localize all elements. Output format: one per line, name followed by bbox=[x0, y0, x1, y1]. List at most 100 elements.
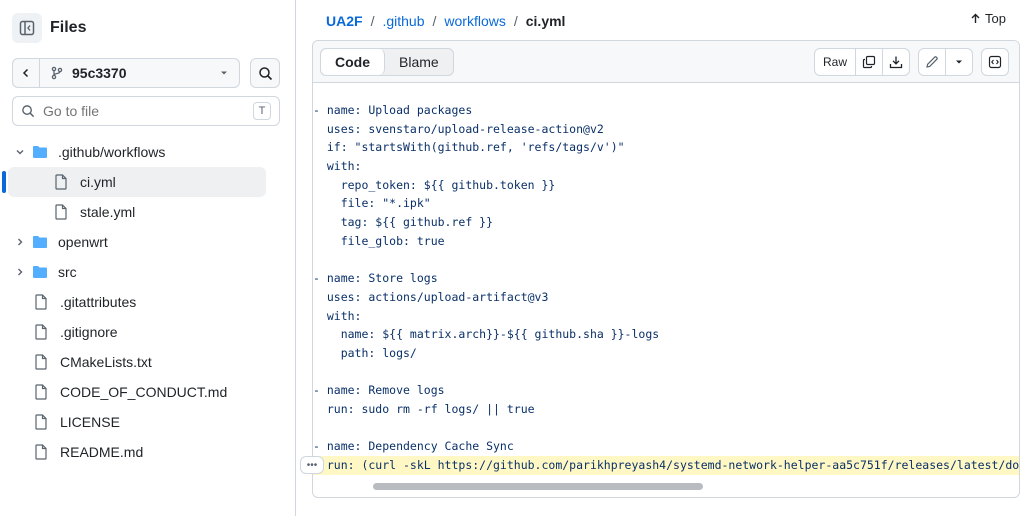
arrow-up-icon bbox=[971, 13, 980, 23]
file-icon bbox=[34, 414, 52, 430]
keyboard-shortcut-badge: T bbox=[253, 102, 271, 120]
file-icon bbox=[34, 324, 52, 340]
breadcrumb-separator: / bbox=[513, 13, 518, 29]
file-content-box: Code Blame Raw - name: Upload packages u… bbox=[312, 40, 1020, 498]
branch-selector[interactable]: 95c3370 bbox=[40, 58, 240, 88]
tree-item-label: LICENSE bbox=[60, 414, 120, 430]
sidebar-toggle-button[interactable] bbox=[12, 13, 42, 43]
code-line: run: sudo rm -rf logs/ || true bbox=[313, 402, 535, 416]
caret-down-icon bbox=[221, 71, 227, 75]
code-line: - name: Store logs bbox=[313, 271, 438, 286]
tree-item[interactable]: README.md bbox=[0, 437, 296, 467]
file-icon bbox=[34, 444, 52, 460]
horizontal-scrollbar[interactable] bbox=[373, 483, 703, 490]
code-line: - name: Remove logs bbox=[313, 383, 445, 398]
code-line: file_glob: true bbox=[313, 233, 445, 248]
code-line: name: ${{ matrix.arch}}-${{ github.sha }… bbox=[313, 327, 660, 342]
view-mode-toggle: Code Blame bbox=[320, 48, 454, 76]
chevron-left-icon bbox=[22, 68, 29, 78]
search-icon bbox=[22, 105, 35, 118]
tree-item-label: src bbox=[58, 264, 77, 280]
tree-item[interactable]: ci.yml bbox=[2, 167, 266, 197]
go-to-file-input[interactable] bbox=[43, 103, 253, 119]
folder-icon bbox=[32, 145, 50, 159]
raw-copy-download-group: Raw bbox=[813, 48, 910, 76]
file-tree: .github/workflows ci.yml stale.yml openwrt s… bbox=[0, 137, 296, 467]
branch-row: 95c3370 bbox=[12, 58, 280, 88]
breadcrumb-repo-link[interactable]: UA2F bbox=[326, 13, 363, 29]
breadcrumb-separator: / bbox=[432, 13, 437, 29]
file-icon bbox=[54, 174, 72, 190]
file-icon bbox=[34, 294, 52, 310]
code-line: tag: ${{ github.ref }} bbox=[313, 215, 494, 230]
tree-item[interactable]: openwrt bbox=[0, 227, 296, 257]
search-icon bbox=[258, 66, 272, 80]
breadcrumb-separator: / bbox=[370, 13, 375, 29]
code-line: run: (curl -skL https://github.com/parik… bbox=[313, 456, 1019, 475]
tree-item[interactable]: .github/workflows bbox=[0, 137, 296, 167]
caret-down-icon bbox=[956, 60, 962, 64]
download-button[interactable] bbox=[883, 49, 909, 75]
breadcrumb: UA2F / .github / workflows / ci.yml bbox=[326, 11, 565, 31]
code-line: if: "startsWith(github.ref, 'refs/tags/v… bbox=[313, 140, 625, 155]
git-branch-icon bbox=[51, 66, 63, 80]
search-button[interactable] bbox=[250, 58, 280, 88]
chevron-right-icon bbox=[12, 237, 28, 247]
pencil-icon bbox=[926, 56, 938, 68]
code-line: uses: svenstaro/upload-release-action@v2 bbox=[313, 121, 604, 136]
tree-item-label: CMakeLists.txt bbox=[60, 354, 152, 370]
line-options-button[interactable]: ••• bbox=[300, 456, 324, 474]
file-header: Code Blame Raw bbox=[313, 41, 1019, 83]
file-icon bbox=[54, 204, 72, 220]
code-line: - name: Upload packages bbox=[313, 103, 473, 117]
edit-group bbox=[918, 48, 973, 76]
sidebar-header: Files bbox=[12, 12, 86, 44]
breadcrumb-current-file: ci.yml bbox=[525, 13, 566, 29]
code-line: repo_token: ${{ github.token }} bbox=[313, 177, 556, 192]
code-line: with: bbox=[313, 159, 362, 174]
tree-item[interactable]: .gitignore bbox=[0, 317, 296, 347]
code-view: - name: Upload packages uses: svenstaro/… bbox=[313, 101, 1019, 475]
tree-item[interactable]: .gitattributes bbox=[0, 287, 296, 317]
tree-item[interactable]: CMakeLists.txt bbox=[0, 347, 296, 377]
back-button[interactable] bbox=[12, 58, 40, 88]
code-line: with: bbox=[313, 308, 362, 323]
tree-item[interactable]: CODE_OF_CONDUCT.md bbox=[0, 377, 296, 407]
tree-item-label: .gitignore bbox=[60, 324, 118, 340]
folder-icon bbox=[32, 265, 50, 279]
tree-item[interactable]: stale.yml bbox=[0, 197, 296, 227]
blame-tab[interactable]: Blame bbox=[385, 49, 453, 75]
file-actions: Raw bbox=[813, 48, 1009, 76]
chevron-right-icon bbox=[12, 267, 28, 277]
breadcrumb-workflows-link[interactable]: workflows bbox=[444, 13, 505, 29]
code-square-icon bbox=[988, 55, 1002, 69]
tree-item-label: .gitattributes bbox=[60, 294, 137, 310]
edit-options-dropdown[interactable] bbox=[946, 49, 972, 75]
sidebar-collapse-icon bbox=[19, 20, 35, 36]
edit-button[interactable] bbox=[919, 49, 946, 75]
download-icon bbox=[889, 56, 903, 69]
code-line: path: logs/ bbox=[313, 345, 417, 360]
copy-button[interactable] bbox=[856, 49, 883, 75]
symbols-panel-button[interactable] bbox=[981, 48, 1009, 76]
chevron-down-icon bbox=[12, 147, 28, 157]
tree-item-label: ci.yml bbox=[80, 174, 116, 190]
code-line: uses: actions/upload-artifact@v3 bbox=[313, 289, 549, 304]
branch-name: 95c3370 bbox=[72, 65, 127, 81]
file-tree-sidebar: Files 95c3370 T .github/workflows ci.yml s… bbox=[0, 0, 296, 516]
tree-item-label: README.md bbox=[60, 444, 144, 460]
copy-icon bbox=[862, 55, 876, 69]
file-view: UA2F / .github / workflows / ci.yml Top … bbox=[296, 0, 1024, 516]
tree-item[interactable]: src bbox=[0, 257, 296, 287]
top-button[interactable]: Top bbox=[970, 11, 1006, 26]
top-label: Top bbox=[985, 11, 1006, 26]
code-tab[interactable]: Code bbox=[321, 49, 385, 75]
sidebar-title: Files bbox=[50, 19, 87, 36]
raw-button[interactable]: Raw bbox=[815, 49, 856, 75]
go-to-file-field[interactable]: T bbox=[12, 96, 280, 126]
breadcrumb-github-link[interactable]: .github bbox=[382, 13, 424, 29]
tree-item[interactable]: LICENSE bbox=[0, 407, 296, 437]
